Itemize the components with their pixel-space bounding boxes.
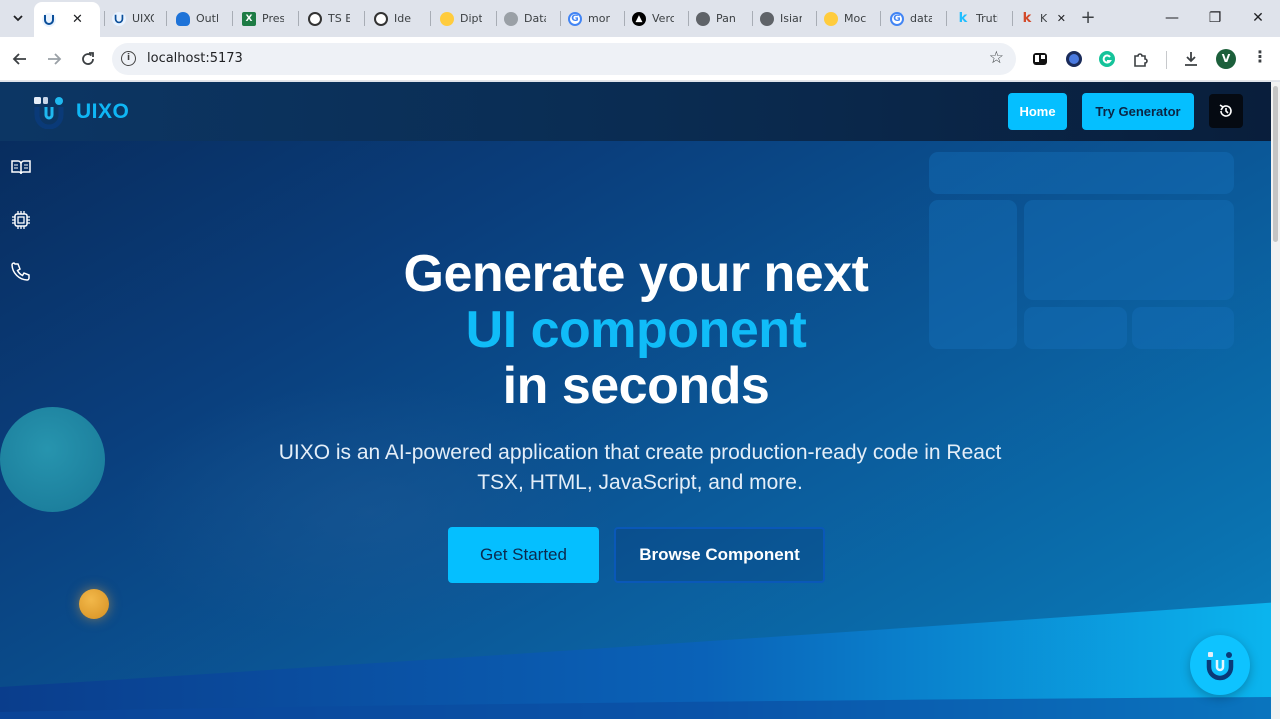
download-icon[interactable] (1181, 49, 1201, 69)
extensions-puzzle-icon[interactable] (1131, 49, 1151, 69)
forward-button[interactable] (42, 47, 66, 71)
uixo-logo-icon (34, 97, 64, 129)
history-button[interactable] (1209, 94, 1243, 128)
chat-assistant-button[interactable] (1190, 635, 1250, 695)
headline-highlight: UI component (465, 301, 807, 359)
huggingface-icon (440, 11, 454, 26)
kaggle-icon: k (958, 11, 968, 26)
uixo-logo-icon (1206, 652, 1234, 681)
tab-kag[interactable]: k Kag ✕ (1012, 0, 1074, 37)
tab-data[interactable]: Data (496, 0, 558, 37)
get-started-button[interactable]: Get Started (448, 527, 599, 583)
extension-orb-icon[interactable] (1064, 49, 1084, 69)
close-icon[interactable]: ✕ (1057, 12, 1066, 25)
tab-search-button[interactable] (6, 6, 30, 30)
reload-icon (82, 52, 94, 65)
site-navbar: UIXO Home Try Generator (0, 82, 1280, 141)
brand-logo[interactable]: UIXO (32, 95, 129, 129)
google-icon: G (890, 11, 904, 26)
mock-layout-main (1024, 200, 1234, 300)
tab-pres[interactable]: X Pres (234, 0, 296, 37)
kaggle-icon: k (1022, 11, 1032, 26)
address-bar[interactable]: i localhost:5173 ☆ (112, 43, 1016, 75)
arrow-left-icon (12, 53, 26, 65)
globe-icon (760, 11, 774, 26)
tab-truti[interactable]: k Truti (948, 0, 1010, 37)
book-icon[interactable] (10, 156, 32, 178)
uixo-icon (42, 12, 56, 27)
tab-outlook[interactable]: Outlook (168, 0, 230, 37)
hero-subtitle: UIXO is an AI-powered application that c… (278, 441, 1002, 494)
tab-uixo[interactable]: UIXO (104, 0, 164, 37)
perplexity-icon (504, 11, 518, 26)
site-info-icon[interactable]: i (121, 51, 136, 66)
back-button[interactable] (8, 47, 32, 71)
url-text[interactable]: localhost:5173 (147, 51, 243, 66)
maximize-button[interactable]: ❐ (1195, 6, 1235, 30)
new-tab-button[interactable]: + (1078, 8, 1098, 28)
bottom-wave (0, 602, 1280, 719)
extension-grammarly-icon[interactable] (1097, 49, 1117, 69)
try-generator-button[interactable]: Try Generator (1082, 93, 1194, 130)
browse-component-button[interactable]: Browse Component (614, 527, 825, 583)
chevron-down-icon (13, 15, 23, 22)
browser-toolbar: i localhost:5173 ☆ V ⋮ (0, 37, 1280, 81)
phone-icon[interactable] (10, 261, 32, 283)
huggingface-icon (824, 11, 838, 26)
openai-icon (374, 11, 388, 26)
tab-isiar[interactable]: Isiar (752, 0, 814, 37)
browser-menu-icon[interactable]: ⋮ (1252, 47, 1268, 66)
minimize-button[interactable]: — (1152, 6, 1192, 30)
tab-ide[interactable]: Ide (366, 0, 428, 37)
openai-icon (308, 11, 322, 26)
tab-google-data[interactable]: G data (882, 0, 944, 37)
history-icon (1219, 104, 1232, 117)
mock-layout-bar (929, 152, 1234, 194)
profile-avatar[interactable]: V (1216, 49, 1236, 69)
close-icon[interactable]: ✕ (72, 12, 83, 27)
tab-moc[interactable]: Moc (816, 0, 878, 37)
arrow-right-icon (48, 53, 62, 65)
home-button[interactable]: Home (1008, 93, 1067, 130)
tab-dipt[interactable]: Dipt (432, 0, 494, 37)
window-close-button[interactable]: ✕ (1238, 6, 1278, 30)
scrollbar-thumb[interactable] (1273, 86, 1278, 242)
brand-name: UIXO (76, 100, 130, 123)
chip-icon[interactable] (10, 209, 32, 231)
tab-ts[interactable]: TS E (300, 0, 362, 37)
landing-page: UIXO Home Try Generator Generate your ne… (0, 82, 1280, 719)
extension-trello-icon[interactable] (1030, 49, 1050, 69)
tab-pan[interactable]: Pan (688, 0, 750, 37)
google-icon: G (568, 11, 582, 26)
globe-icon (696, 11, 710, 26)
onedrive-icon (176, 11, 190, 26)
hero-headline: Generate your next UI component in secon… (236, 246, 1036, 414)
headline-line-1: Generate your next (403, 245, 869, 303)
headline-line-3: in seconds (502, 357, 770, 415)
tab-active[interactable]: ✕ (34, 2, 100, 37)
bookmark-star-icon[interactable]: ☆ (989, 48, 1004, 68)
reload-button[interactable] (76, 47, 100, 71)
uixo-icon (112, 11, 126, 26)
decorative-circle (0, 407, 105, 512)
mock-layout-card (1132, 307, 1234, 349)
mock-layout-card (1024, 307, 1127, 349)
vercel-icon: ▲ (632, 11, 646, 26)
excel-icon: X (242, 11, 256, 26)
tab-vercel[interactable]: ▲ Verc (624, 0, 686, 37)
tab-google-mor[interactable]: G mor (560, 0, 622, 37)
browser-tab-strip: ✕ UIXO Outlook X Pres TS E Ide Dipt Data… (0, 0, 1280, 37)
